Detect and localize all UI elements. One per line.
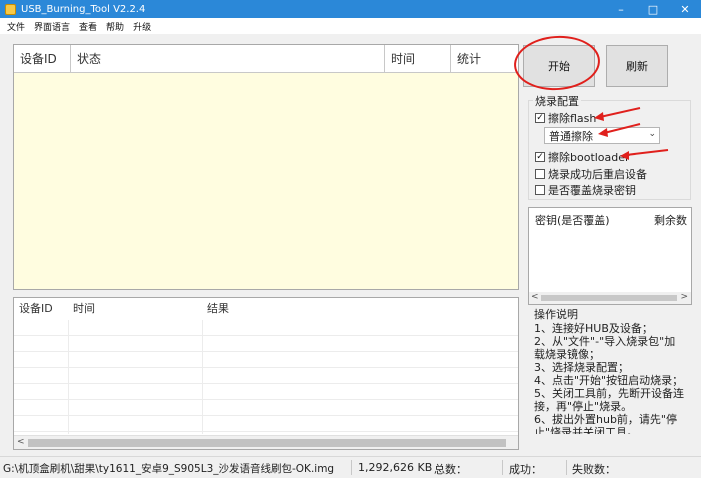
device-table[interactable]: 设备ID 状态 时间 统计 <box>13 44 519 290</box>
status-divider <box>351 460 352 475</box>
log-table-header: 设备ID 时间 结果 <box>14 298 518 320</box>
success-count: 成功： <box>509 463 542 476</box>
menu-bar: 文件 界面语言 查看 帮助 升级 <box>0 18 701 34</box>
menu-upgrade[interactable]: 升级 <box>133 20 151 33</box>
instruction-line: 3、选择烧录配置； <box>534 361 629 374</box>
close-button[interactable]: ✕ <box>669 0 701 18</box>
log-grid <box>14 320 518 434</box>
erase-flash-label: 擦除flash <box>548 112 597 125</box>
checkbox-icon[interactable] <box>535 185 545 195</box>
column-status[interactable]: 状态 <box>71 45 385 73</box>
checkbox-icon[interactable] <box>535 169 545 179</box>
status-bar: G:\机顶盒刷机\甜果\ty1611_安卓9_S905L3_沙发语音线刷包-OK… <box>0 456 701 478</box>
chevron-down-icon: ⌄ <box>648 129 656 139</box>
instruction-line: 5、关闭工具前，先断开设备连接，再"停止"烧录。 <box>534 387 684 413</box>
key-panel-header: 密钥(是否覆盖) 剩余数 <box>535 212 687 228</box>
scroll-thumb[interactable] <box>541 295 677 301</box>
instruction-line: 4、点击"开始"按钮启动烧录； <box>534 374 684 387</box>
scroll-thumb[interactable] <box>28 439 506 447</box>
reboot-after-checkbox[interactable]: 烧录成功后重启设备 <box>535 166 647 182</box>
key-panel[interactable]: 密钥(是否覆盖) 剩余数 < > <box>528 207 692 305</box>
maximize-button[interactable]: □ <box>637 0 669 18</box>
menu-file[interactable]: 文件 <box>7 20 25 33</box>
overwrite-key-checkbox[interactable]: 是否覆盖烧录密钥 <box>535 182 636 198</box>
reboot-after-label: 烧录成功后重启设备 <box>548 168 647 181</box>
log-column-result[interactable]: 结果 <box>202 298 502 320</box>
status-divider <box>502 460 503 475</box>
scroll-right-icon[interactable]: > <box>680 292 688 302</box>
remaining-column-label: 剩余数 <box>654 214 687 227</box>
checkbox-checked-icon[interactable]: ✓ <box>535 113 545 123</box>
menu-view[interactable]: 查看 <box>79 20 97 33</box>
erase-mode-value: 普通擦除 <box>549 129 593 143</box>
annotation-arrow-icon <box>598 123 641 137</box>
instruction-line: 2、从"文件"-"导入烧录包"加载烧录镜像； <box>534 335 676 361</box>
scroll-left-icon[interactable]: < <box>531 292 539 302</box>
refresh-button[interactable]: 刷新 <box>606 45 668 87</box>
log-table[interactable]: 设备ID 时间 结果 < <box>13 297 519 450</box>
column-statistics[interactable]: 统计 <box>451 45 518 73</box>
app-icon <box>5 3 16 15</box>
instruction-line: 6、拔出外置hub前，请先"停止"烧录并关闭工具。 <box>534 413 677 434</box>
key-horizontal-scrollbar[interactable]: < > <box>529 292 691 304</box>
window-title: USB_Burning_Tool V2.2.4 <box>21 3 146 15</box>
title-bar: USB_Burning_Tool V2.2.4 – □ ✕ <box>0 0 701 18</box>
menu-help[interactable]: 帮助 <box>106 20 124 33</box>
minimize-button[interactable]: – <box>605 0 637 18</box>
image-path: G:\机顶盒刷机\甜果\ty1611_安卓9_S905L3_沙发语音线刷包-OK… <box>3 463 335 475</box>
erase-bootloader-checkbox[interactable]: ✓ 擦除bootloader <box>535 149 630 165</box>
checkbox-checked-icon[interactable]: ✓ <box>535 152 545 162</box>
instructions-box: 1、连接好HUB及设备； 2、从"文件"-"导入烧录包"加载烧录镜像； 3、选择… <box>528 318 692 434</box>
log-horizontal-scrollbar[interactable]: < <box>14 435 518 449</box>
erase-bootloader-label: 擦除bootloader <box>548 151 630 164</box>
overwrite-key-label: 是否覆盖烧录密钥 <box>548 184 636 197</box>
fail-count: 失败数： <box>572 463 616 476</box>
key-column-label: 密钥(是否覆盖) <box>535 214 610 227</box>
scroll-left-icon[interactable]: < <box>17 437 25 447</box>
total-count: 总数： <box>434 463 467 476</box>
device-table-header: 设备ID 状态 时间 统计 <box>14 45 518 73</box>
log-column-device-id[interactable]: 设备ID <box>14 298 68 320</box>
column-device-id[interactable]: 设备ID <box>14 45 71 73</box>
grid-divider <box>68 320 69 434</box>
menu-language[interactable]: 界面语言 <box>34 20 70 33</box>
column-time[interactable]: 时间 <box>385 45 451 73</box>
log-column-time[interactable]: 时间 <box>68 298 202 320</box>
window-controls: – □ ✕ <box>605 0 701 18</box>
burn-config-title: 烧录配置 <box>533 93 581 109</box>
status-divider <box>566 460 567 475</box>
erase-flash-checkbox[interactable]: ✓ 擦除flash <box>535 110 596 126</box>
annotation-arrow-icon <box>620 149 669 160</box>
grid-divider <box>202 320 203 434</box>
image-size: 1,292,626 KB <box>358 461 433 474</box>
instruction-line: 1、连接好HUB及设备； <box>534 322 653 335</box>
